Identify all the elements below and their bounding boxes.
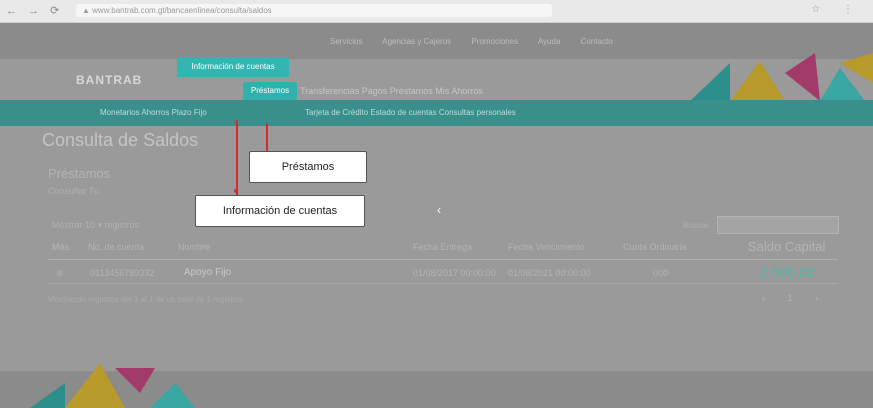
due-date: 01/08/2021 00:00:00 [508,268,591,278]
column-header[interactable]: Cuota Ordinaria [623,242,687,252]
column-header[interactable]: Fecha Entrega [413,242,472,252]
bank-logo: BANTRAB [76,73,143,87]
ordinary-quota: 000 [653,268,669,278]
delivery-date: 01/08/2017 00:00:00 [413,268,496,278]
address-bar[interactable]: ▲ www.bantrab.com.gt/bancaenlinea/consul… [76,4,552,17]
top-menu-item[interactable]: Agencias y Cajeros [382,37,451,46]
loan-name: Apoyo Fijo [184,267,232,278]
subtab-prestamos[interactable]: Préstamos [243,82,297,100]
browser-toolbar: ← → ⟳ ▲ www.bantrab.com.gt/bancaenlinea/… [0,0,873,23]
top-menu-item[interactable]: Servicios [330,37,362,46]
column-header[interactable]: Fecha Vencimiento [508,242,585,252]
main-menu[interactable]: Transferencias Pagos Préstamos Mis Ahorr… [300,86,483,96]
pagination[interactable]: ‹ 1 › [762,293,828,303]
column-header[interactable]: Nombre [178,242,210,252]
top-menu: Servicios Agencias y Cajeros Promociones… [330,37,631,46]
connector-dot [234,189,238,193]
capital-balance: 2,500.00 [760,264,815,280]
column-header[interactable]: Saldo Capital [748,239,825,254]
submenu-left[interactable]: Monetarios Ahorros Plazo Fijo [100,108,207,117]
search-label: Buscar: [683,221,711,230]
table-header: Más No. de cuenta Nombre Fecha Entrega F… [48,235,838,260]
browser-nav-buttons[interactable]: ← → ⟳ [6,4,63,17]
search-input[interactable] [717,216,839,234]
account-number: 0113456789332 [90,268,155,278]
column-header[interactable]: No. de cuenta [88,242,144,252]
top-menu-item[interactable]: Ayuda [538,37,561,46]
callout-informacion-cuentas: Información de cuentas [195,195,365,227]
callout-prestamos: Préstamos [249,151,367,183]
browser-menu-icons[interactable]: ☆ ⋮ [811,4,863,15]
table-info: Mostrando registros del 1 al 1 de un tot… [48,295,244,304]
entries-selector[interactable]: Mostrar 10 ▾ registros [52,220,139,231]
top-menu-item[interactable]: Promociones [471,37,518,46]
column-header[interactable]: Más [52,242,69,252]
table-row[interactable]: ⊕ 0113456789332 Apoyo Fijo 01/08/2017 00… [48,261,838,284]
top-menu-item[interactable]: Contacto [581,37,613,46]
page-title: Consulta de Saldos [42,130,199,150]
section-title: Préstamos [48,166,111,181]
connector-line-cuentas [236,120,238,195]
section-subtitle: Consultar Tu [48,186,100,196]
submenu-right[interactable]: Tarjeta de Crédito Estado de cuentas Con… [305,108,516,117]
submenu-bar: Monetarios Ahorros Plazo Fijo Tarjeta de… [0,100,873,126]
expand-icon[interactable]: ⊕ [56,268,64,279]
decorative-triangles-bottom [30,363,195,408]
mouse-cursor-icon: ‹ [437,203,441,217]
decorative-triangles-top [690,53,873,101]
tab-informacion-cuentas[interactable]: Información de cuentas [177,57,289,77]
